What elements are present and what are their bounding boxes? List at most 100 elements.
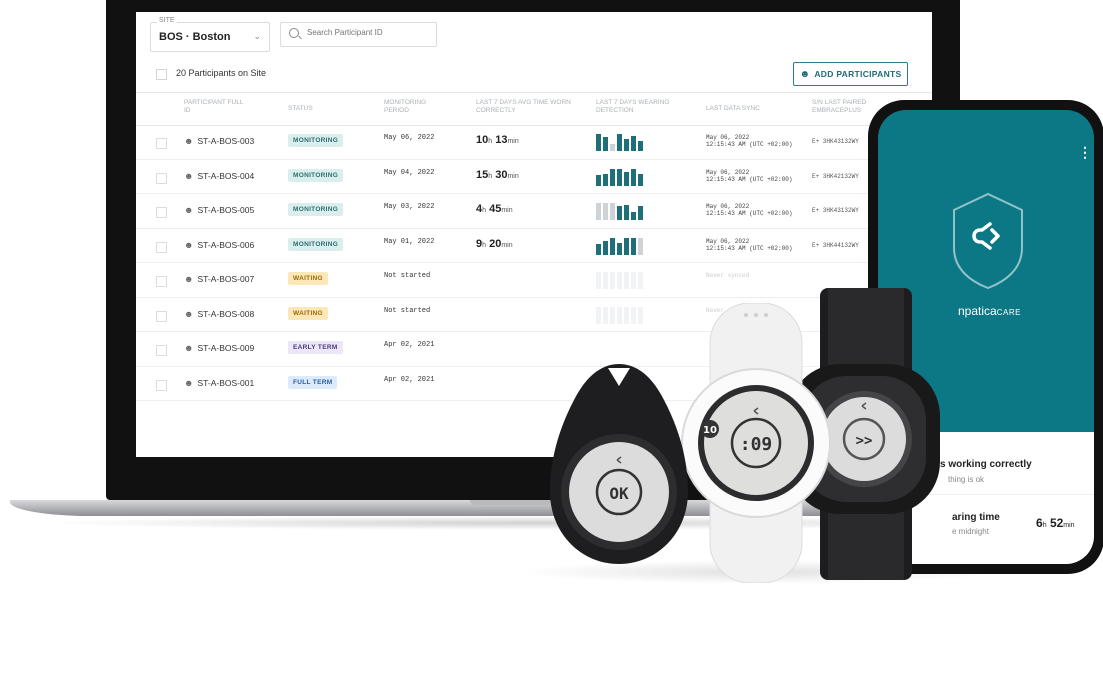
participant-id: ST-A-BOS-007 [197, 274, 255, 284]
participant-id-cell[interactable]: ☻ ST-A-BOS-006 [184, 240, 254, 250]
detection-bar [610, 168, 615, 186]
detection-bar [617, 306, 622, 324]
detection-bar [617, 134, 622, 151]
wear-hours-unit: h [482, 241, 487, 249]
sync-date: May 06, 2022 [706, 134, 750, 141]
watch-device: :09 10 [681, 303, 831, 583]
detection-bar [603, 137, 608, 151]
participant-id-cell[interactable]: ☻ ST-A-BOS-009 [184, 343, 254, 353]
detection-bar [631, 306, 636, 324]
user-icon: ☻ [184, 170, 194, 181]
row-checkbox[interactable] [156, 172, 167, 184]
row-checkbox[interactable] [156, 138, 167, 149]
wear-minutes: 20 [489, 237, 502, 250]
detection-bar [610, 203, 615, 220]
wearing-detection-bars [596, 272, 643, 289]
detection-bar [596, 134, 601, 151]
detection-bar [631, 237, 636, 255]
chevron-down-icon: ⌄ [253, 31, 261, 41]
wearing-detection-bars [596, 134, 643, 151]
participant-id-cell[interactable]: ☻ ST-A-BOS-004 [184, 171, 254, 181]
detection-bar [638, 272, 643, 289]
participant-id: ST-A-BOS-009 [197, 343, 255, 353]
product-scene: SITE BOS · Boston ⌄ 20 Participants on S… [0, 0, 1103, 699]
avg-wear-time: 10h 13min [476, 134, 519, 146]
sync-time: 12:15:43 AM (UTC +02:00) [706, 141, 793, 148]
participant-id: ST-A-BOS-003 [197, 136, 255, 146]
row-checkbox[interactable] [156, 345, 167, 356]
participant-id: ST-A-BOS-004 [197, 170, 255, 181]
detection-bar [617, 168, 622, 186]
wear-hours-unit: h [1042, 522, 1047, 529]
user-icon: ☻ [184, 239, 194, 250]
header-wear[interactable]: LAST 7 DAYS AVG TIME WORN CORRECTLY [476, 99, 576, 115]
search-field[interactable] [280, 22, 437, 47]
wear-hours: 10 [476, 134, 489, 146]
header-sync[interactable]: LAST DATA SYNC [706, 105, 796, 113]
wearing-time-subtitle: e midnight [952, 527, 989, 536]
detection-bar [617, 206, 622, 220]
table-row[interactable]: ☻ ST-A-BOS-003 MONITORING May 06, 2022 10h 1… [136, 125, 932, 160]
row-checkbox[interactable] [156, 310, 167, 322]
table-row[interactable]: ☻ ST-A-BOS-004 MONITORING May 04, 2022 15h 3… [136, 160, 932, 194]
header-period[interactable]: MONITORING PERIOD [384, 99, 444, 115]
participant-id-cell[interactable]: ☻ ST-A-BOS-001 [184, 378, 254, 388]
device-serial: E+ 3HK43132WY [812, 138, 859, 145]
last-sync: May 06, 2022 12:15:43 AM (UTC +02:00) [706, 134, 792, 148]
detection-bar [610, 144, 615, 151]
status-badge: WAITING [288, 272, 328, 285]
participant-id-cell[interactable]: ☻ ST-A-BOS-007 [184, 274, 254, 284]
add-participants-label: ADD PARTICIPANTS [814, 69, 902, 79]
wear-minutes-unit: min [501, 207, 513, 214]
search-icon [289, 28, 299, 38]
sync-time: 12:15:43 AM (UTC +02:00) [706, 210, 793, 217]
detection-bar [596, 244, 601, 255]
add-participants-button[interactable]: ☻ ADD PARTICIPANTS [793, 62, 908, 86]
user-icon: ☻ [184, 343, 194, 353]
shield-logo-icon [953, 192, 1023, 290]
participant-id-cell[interactable]: ☻ ST-A-BOS-008 [184, 309, 254, 319]
wear-hours-unit: h [488, 172, 493, 180]
monitoring-period: Not started [384, 306, 431, 315]
more-menu-icon[interactable]: ⋮ [1078, 144, 1092, 161]
search-input[interactable] [305, 27, 434, 38]
wear-minutes-unit: min [507, 138, 519, 145]
site-select[interactable]: SITE BOS · Boston ⌄ [150, 17, 270, 52]
detection-bar [624, 171, 629, 186]
detection-bar [596, 203, 601, 220]
user-icon: ☻ [184, 205, 194, 215]
header-detection[interactable]: LAST 7 DAYS WEARING DETECTION [596, 99, 686, 115]
detection-bar [624, 306, 629, 324]
status-badge: EARLY TERM [288, 341, 343, 354]
device-status-subtitle: thing is ok [948, 475, 985, 484]
wear-hours: 15 [476, 168, 489, 181]
wear-hours-unit: h [482, 207, 487, 214]
row-checkbox[interactable] [156, 276, 167, 287]
header-status[interactable]: STATUS [288, 105, 348, 113]
detection-bar [603, 240, 608, 255]
participant-id-cell[interactable]: ☻ ST-A-BOS-005 [184, 205, 254, 215]
brand-suffix: CARE [996, 308, 1021, 317]
brand-name-text: npatica [958, 304, 997, 318]
select-all-checkbox[interactable] [156, 69, 167, 80]
header-participant[interactable]: PARTICIPANT FULL ID [184, 99, 246, 115]
table-row[interactable]: ☻ ST-A-BOS-005 MONITORING May 03, 2022 4h 45… [136, 194, 932, 229]
row-checkbox[interactable] [156, 207, 167, 218]
user-icon: ☻ [184, 136, 194, 146]
monitoring-period: Not started [384, 272, 431, 280]
monitoring-period: May 04, 2022 [384, 168, 435, 177]
detection-bar [610, 237, 615, 255]
wear-minutes: 45 [489, 203, 502, 215]
detection-bar [631, 168, 636, 186]
wear-minutes: 13 [495, 134, 508, 146]
device-serial: E+ 3HK44132WY [812, 241, 859, 249]
table-row[interactable]: ☻ ST-A-BOS-006 MONITORING May 01, 2022 9h 20… [136, 229, 932, 263]
participant-id-cell[interactable]: ☻ ST-A-BOS-003 [184, 136, 254, 146]
row-checkbox[interactable] [156, 241, 167, 253]
detection-bar [624, 237, 629, 255]
row-checkbox[interactable] [156, 379, 167, 391]
status-badge: WAITING [288, 306, 328, 320]
sync-date: May 06, 2022 [706, 237, 750, 245]
detection-bar [631, 272, 636, 289]
add-user-icon: ☻ [799, 68, 811, 80]
